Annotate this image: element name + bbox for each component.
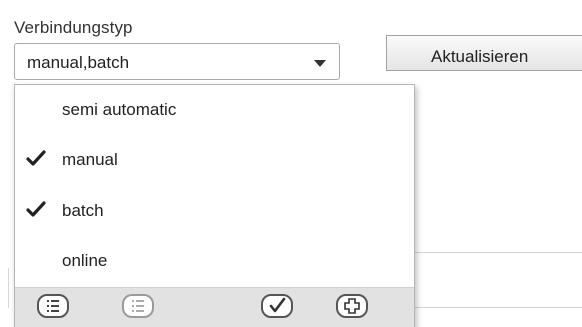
- deselect-all-list-icon: [132, 300, 144, 312]
- option-online[interactable]: online: [15, 237, 414, 285]
- page: Verbindungstyp manual,batch Aktualisiere…: [0, 0, 582, 327]
- confirm-check-icon: [269, 297, 286, 313]
- add-button[interactable]: [336, 294, 368, 318]
- dropdown-action-bar: [15, 287, 414, 327]
- option-manual[interactable]: manual: [15, 136, 414, 184]
- background-divider: [415, 252, 582, 253]
- add-plus-icon: [344, 298, 360, 314]
- dropdown-panel: semi automatic manual batch online: [14, 84, 415, 327]
- option-label: online: [62, 251, 108, 270]
- refresh-button[interactable]: Aktualisieren: [386, 35, 582, 71]
- background-divider: [415, 307, 582, 308]
- option-label: semi automatic: [62, 100, 177, 119]
- select-all-button[interactable]: [37, 294, 69, 318]
- select-current-value: manual,batch: [27, 53, 130, 72]
- option-label: batch: [62, 201, 104, 220]
- option-label: manual: [62, 150, 118, 169]
- connection-type-select[interactable]: manual,batch: [14, 43, 340, 80]
- check-icon: [26, 201, 46, 217]
- check-icon: [26, 150, 46, 166]
- select-all-list-icon: [47, 300, 59, 312]
- field-label-connection-type: Verbindungstyp: [14, 18, 133, 37]
- deselect-all-button[interactable]: [122, 294, 154, 318]
- confirm-button[interactable]: [261, 294, 293, 318]
- caret-down-icon[interactable]: [314, 60, 326, 67]
- option-semi-automatic[interactable]: semi automatic: [15, 86, 414, 134]
- option-batch[interactable]: batch: [15, 187, 414, 235]
- background-divider: [8, 268, 9, 308]
